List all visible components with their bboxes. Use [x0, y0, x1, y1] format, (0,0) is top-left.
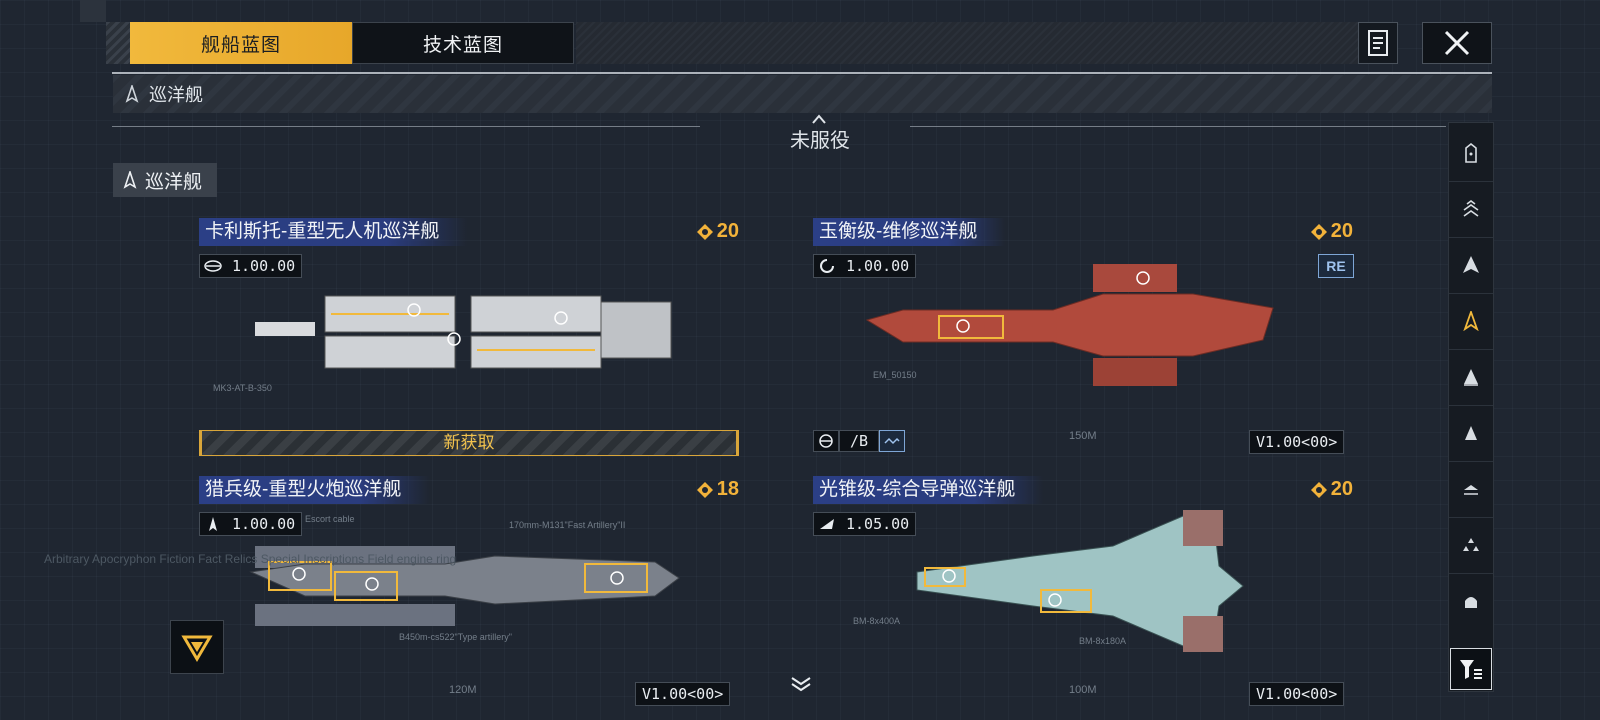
rail-item-aux[interactable]: [1449, 461, 1493, 518]
rail-item-fighter[interactable]: [1449, 517, 1493, 574]
target-icon: [813, 430, 839, 452]
station-icon: [1465, 597, 1477, 608]
ship-cost-value: 18: [716, 478, 739, 500]
ship-image-callisto[interactable]: [249, 288, 679, 378]
ship-card-lightcone[interactable]: 光锥级-综合导弹巡洋舰 20 1.05.00 BM-8x400A BM-8x18…: [813, 476, 1353, 706]
ship-cost: 18: [696, 478, 739, 501]
missile-icon: [814, 513, 840, 535]
tab-tech-blueprint[interactable]: 技术蓝图: [352, 22, 574, 64]
ship-image-lightcone[interactable]: [913, 506, 1253, 656]
annotation: EM_50150: [873, 370, 917, 380]
frigate-icon: [1464, 369, 1478, 386]
rail-item-carrier[interactable]: [1449, 181, 1493, 238]
version-label: V1.00<00>: [1249, 430, 1345, 454]
ship-name: 光锥级-综合导弹巡洋舰: [813, 476, 1044, 504]
category-bar: 巡洋舰: [113, 75, 1492, 113]
close-button[interactable]: [1422, 22, 1492, 64]
wave-icon: [879, 430, 905, 452]
ship-card-ranger[interactable]: 猎兵级-重型火炮巡洋舰 18 1.00.00 Escort cable 170m…: [199, 476, 739, 706]
annotation: 120M: [449, 684, 477, 696]
version-label: V1.00<00>: [635, 682, 731, 706]
emblem-badge[interactable]: [170, 620, 224, 674]
section-divider-left: [112, 126, 700, 127]
section-title[interactable]: 未服役: [760, 124, 880, 153]
ship-cost: 20: [1310, 478, 1353, 501]
version-box: 1.00.00: [199, 512, 303, 536]
category-label: 巡洋舰: [149, 85, 203, 105]
indicator-box: /B: [813, 430, 905, 452]
ship-name: 玉衡级-维修巡洋舰: [813, 218, 1006, 246]
tab-ship-blueprint[interactable]: 舰船蓝图: [130, 22, 352, 64]
new-acquired-bar: 新获取: [199, 430, 739, 456]
ship-class-rail: [1448, 122, 1494, 692]
document-icon: [1368, 30, 1388, 56]
annotation: BM-8x400A: [853, 616, 901, 626]
version-label: V1.00<00>: [1249, 682, 1345, 706]
emblem-icon: [181, 635, 213, 662]
corner-block: [80, 0, 106, 22]
cost-icon: [1310, 223, 1327, 240]
version-box: 1.00.00: [199, 254, 303, 278]
ship-cost-value: 20: [716, 220, 739, 242]
section-divider-right: [910, 126, 1446, 127]
rail-item-station[interactable]: [1449, 573, 1493, 629]
ship-image-yuheng[interactable]: [863, 264, 1303, 394]
annotation: Escort cable: [305, 514, 355, 524]
annotation: 100M: [1069, 684, 1097, 696]
carrier-icon: [1463, 200, 1479, 217]
cost-icon: [696, 481, 713, 498]
annotation: B450m-cs522"Type artillery": [399, 632, 512, 642]
version-value: 1.00.00: [232, 257, 296, 275]
annotation: 170mm-M131"Fast Artillery"II: [509, 520, 626, 530]
re-tag: RE: [1318, 254, 1354, 278]
ship-cost: 20: [696, 220, 739, 243]
rail-item-cruiser[interactable]: [1449, 293, 1493, 350]
annotation: BM-8x180A: [1079, 636, 1127, 646]
ship-cost-value: 20: [1330, 478, 1353, 500]
group-label: 巡洋舰: [113, 163, 217, 197]
ship-cost-value: 20: [1330, 220, 1353, 242]
ship-card-yuheng[interactable]: 玉衡级-维修巡洋舰 20 1.00.00 RE EM_50150 150M /B…: [813, 218, 1354, 458]
drone-carrier-icon: [200, 255, 226, 277]
cost-icon: [1310, 481, 1327, 498]
topbar-pattern: [576, 22, 1366, 64]
version-box: 1.05.00: [813, 512, 917, 536]
cost-icon: [696, 223, 713, 240]
filter-button[interactable]: [1450, 648, 1492, 690]
fighter-icon: [1463, 538, 1479, 551]
destroyer-icon: [1463, 256, 1479, 273]
tab-stripe: [106, 22, 130, 64]
version-value: 1.05.00: [846, 515, 910, 533]
chevron-up-icon[interactable]: [812, 114, 826, 124]
rail-item-corvette[interactable]: [1449, 405, 1493, 462]
background-faded-text: Arbitrary Apocryphon Fiction Fact Relics…: [44, 552, 457, 566]
ship-name: 猎兵级-重型火炮巡洋舰: [199, 476, 430, 504]
group-label-text: 巡洋舰: [145, 171, 203, 193]
cruiser-icon: [1463, 311, 1479, 331]
top-divider: [112, 72, 1492, 74]
repair-icon: [814, 255, 840, 277]
artillery-icon: [200, 513, 226, 535]
rail-item-battleship[interactable]: [1449, 125, 1493, 182]
cruiser-icon: [125, 85, 139, 103]
annotation: 150M: [1069, 430, 1097, 442]
document-button[interactable]: [1358, 22, 1398, 64]
aux-icon: [1464, 485, 1478, 495]
indicator-value: /B: [839, 430, 879, 452]
close-icon: [1444, 30, 1470, 56]
filter-icon: [1460, 660, 1482, 679]
cruiser-icon: [123, 171, 137, 189]
corvette-icon: [1465, 426, 1477, 440]
ship-cost: 20: [1310, 220, 1353, 243]
ship-card-callisto[interactable]: 卡利斯托-重型无人机巡洋舰 20 1.00.00 MK3-AT-B-350 新获…: [199, 218, 739, 458]
version-value: 1.00.00: [232, 515, 296, 533]
rail-item-destroyer[interactable]: [1449, 237, 1493, 294]
chevron-down-icon[interactable]: [790, 676, 812, 692]
battleship-icon: [1465, 143, 1477, 163]
rail-item-frigate[interactable]: [1449, 349, 1493, 406]
tab-group: 舰船蓝图 技术蓝图: [106, 22, 574, 64]
annotation: MK3-AT-B-350: [213, 383, 272, 393]
ship-name: 卡利斯托-重型无人机巡洋舰: [199, 218, 468, 246]
top-bar: 舰船蓝图 技术蓝图: [106, 22, 1492, 64]
